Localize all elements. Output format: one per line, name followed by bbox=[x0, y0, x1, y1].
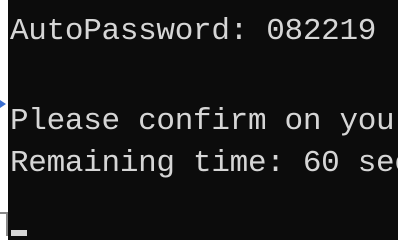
text-cursor bbox=[11, 230, 27, 236]
confirm-prompt-line: Please confirm on your bbox=[10, 104, 398, 139]
triangle-right-icon bbox=[0, 100, 6, 108]
auto-password-line: AutoPassword: 082219 bbox=[10, 14, 377, 49]
edge-bracket bbox=[0, 212, 8, 236]
remaining-time-line: Remaining time: 60 sec bbox=[10, 146, 398, 181]
console-window[interactable]: AutoPassword: 082219 Please confirm on y… bbox=[8, 0, 398, 240]
screenshot-area: AutoPassword: 082219 Please confirm on y… bbox=[0, 0, 398, 240]
